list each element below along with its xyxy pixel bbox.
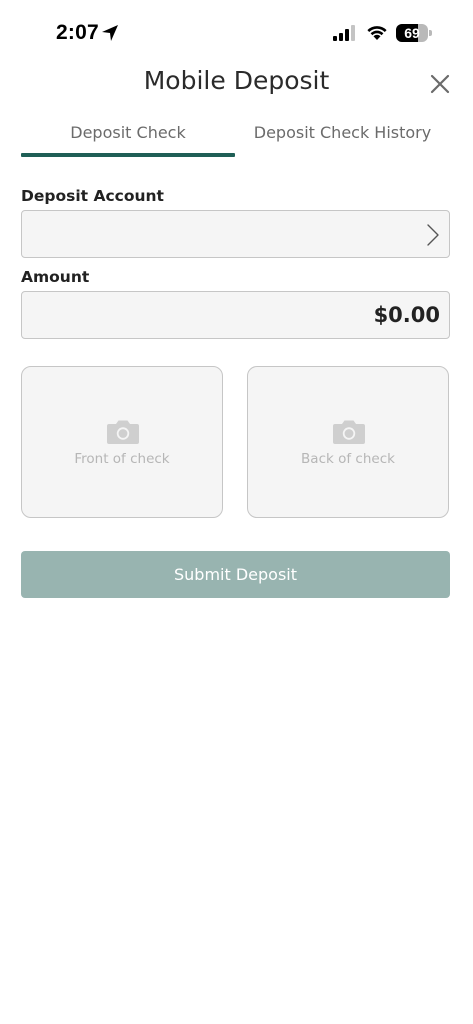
- tab-deposit-check-history[interactable]: Deposit Check History: [235, 118, 450, 158]
- amount-field[interactable]: [21, 291, 450, 339]
- tab-deposit-check[interactable]: Deposit Check: [21, 118, 235, 158]
- close-icon[interactable]: [426, 70, 454, 98]
- location-arrow-icon: [102, 25, 118, 41]
- wifi-icon: [367, 26, 387, 40]
- back-of-check-label: Back of check: [301, 451, 395, 467]
- amount-label: Amount: [21, 268, 90, 286]
- battery-tip: [429, 30, 432, 36]
- battery-indicator: 69: [396, 24, 432, 42]
- deposit-account-selector[interactable]: [21, 210, 450, 258]
- active-tab-indicator: [21, 153, 235, 157]
- front-of-check-label: Front of check: [74, 451, 170, 467]
- status-time: 2:07: [56, 21, 99, 44]
- front-of-check-capture[interactable]: Front of check: [21, 366, 223, 518]
- page-title: Mobile Deposit: [143, 66, 330, 95]
- amount-input[interactable]: [140, 292, 440, 338]
- chevron-right-icon: [427, 224, 439, 246]
- submit-deposit-button[interactable]: Submit Deposit: [21, 551, 450, 598]
- back-of-check-capture[interactable]: Back of check: [247, 366, 449, 518]
- mobile-deposit-screen: 2:07 69 Mobile Deposit Deposit Check Dep…: [0, 0, 473, 1024]
- deposit-account-label: Deposit Account: [21, 187, 164, 205]
- camera-icon: [107, 420, 139, 444]
- status-bar: 2:07 69: [0, 0, 473, 64]
- camera-icon: [333, 420, 365, 444]
- battery-percent: 69: [404, 25, 420, 41]
- cellular-signal-icon: [333, 25, 355, 41]
- tab-bar: Deposit Check Deposit Check History: [21, 118, 450, 158]
